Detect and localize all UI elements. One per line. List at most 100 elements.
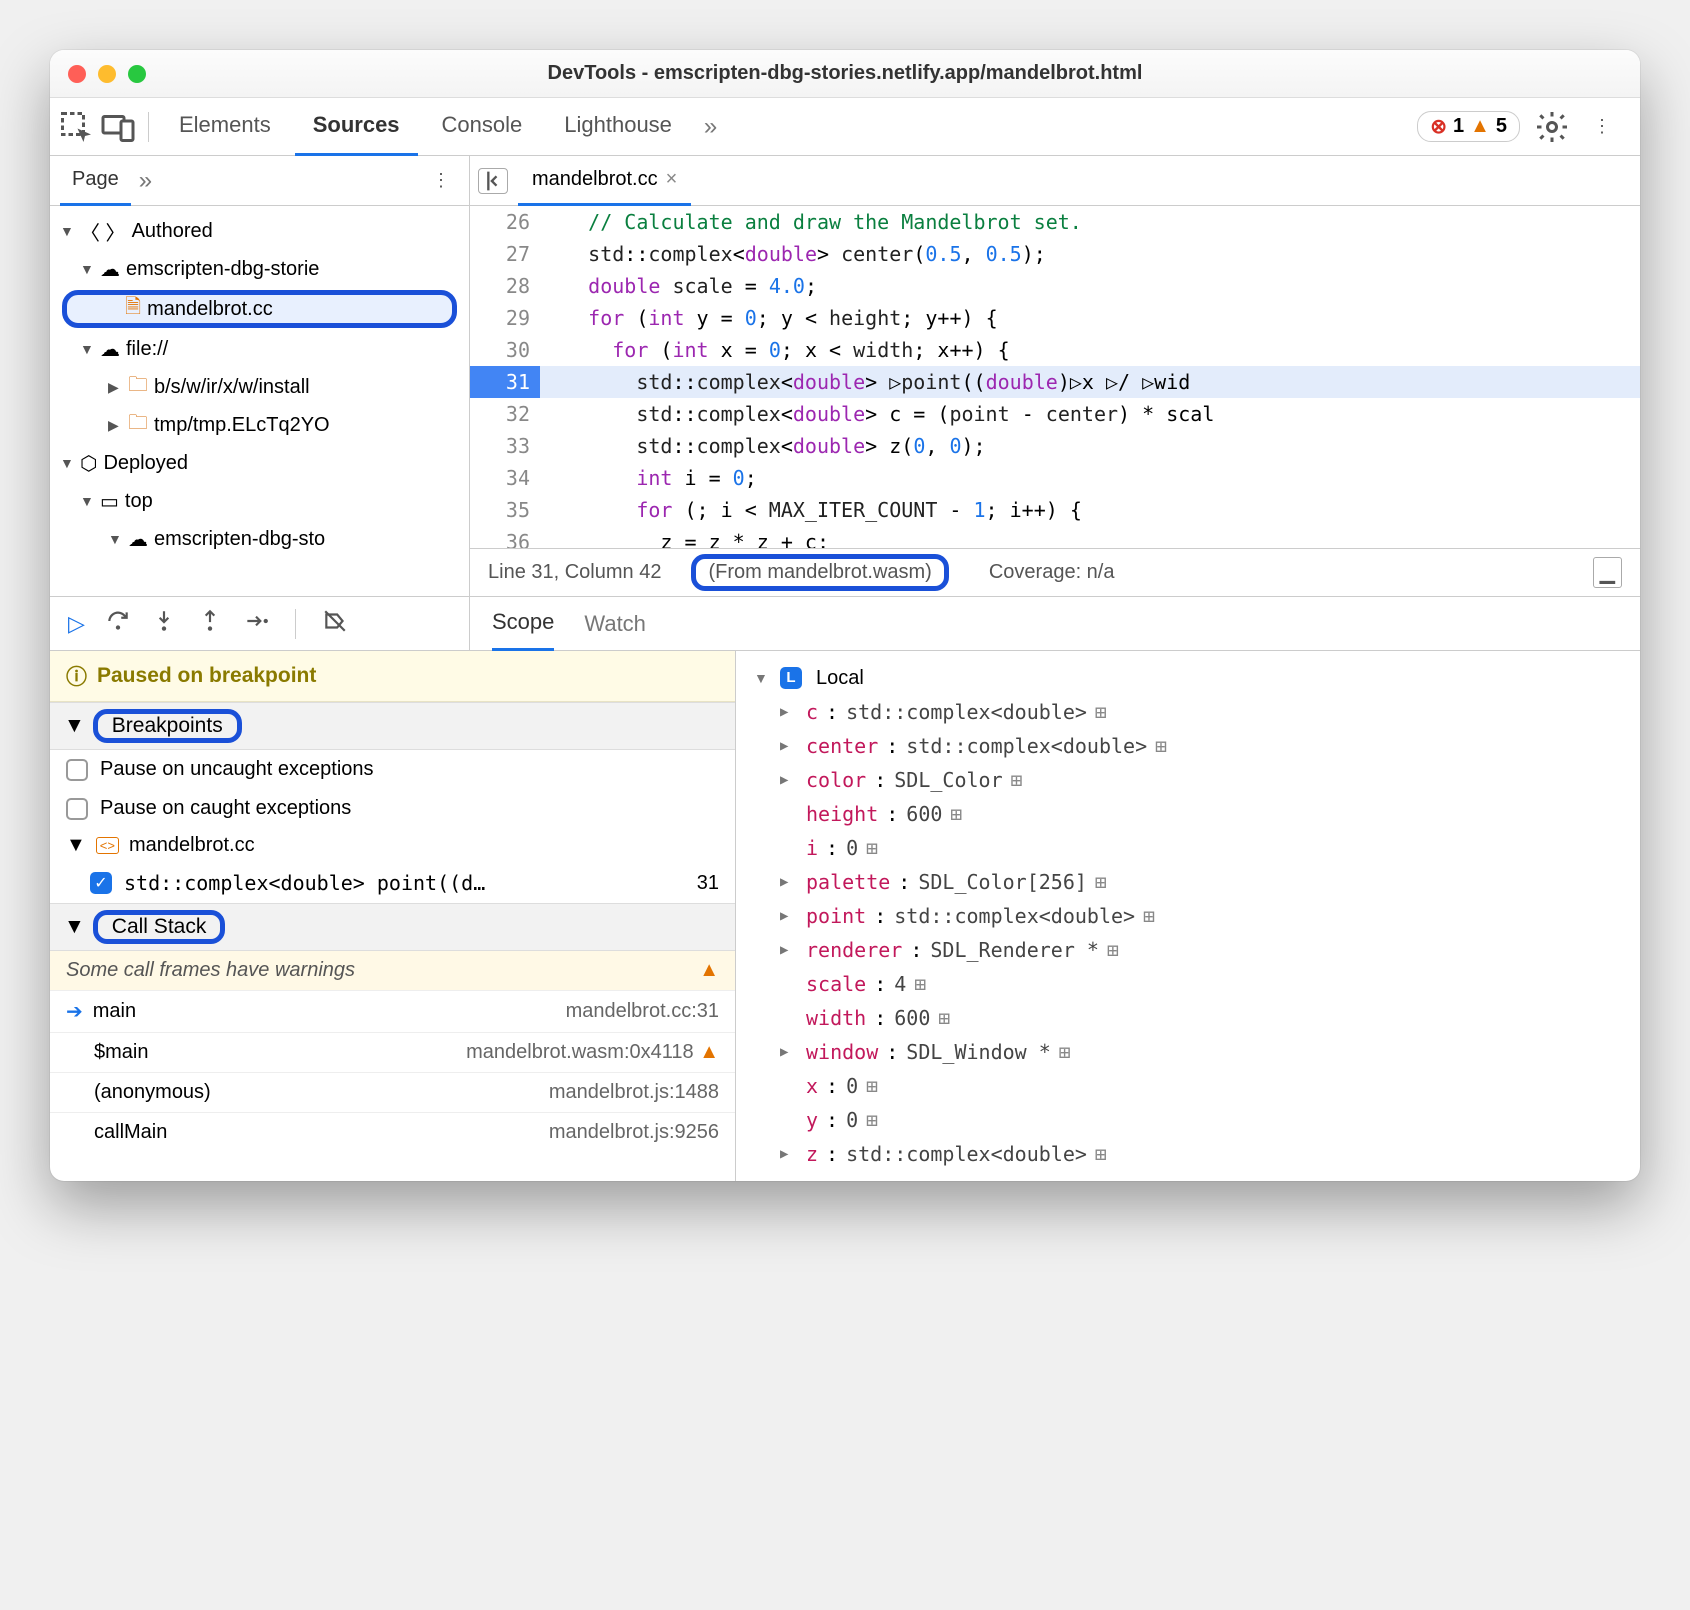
memory-icon[interactable]: ⊞: [1095, 865, 1107, 899]
navigator-menu-icon[interactable]: ⋮: [423, 163, 459, 199]
tab-sources[interactable]: Sources: [295, 98, 418, 156]
code-line[interactable]: 29 for (int y = 0; y < height; y++) {: [470, 302, 1640, 334]
tree-domain-2[interactable]: ▼☁emscripten-dbg-sto: [50, 520, 469, 558]
memory-icon[interactable]: ⊞: [866, 831, 878, 865]
tree-authored[interactable]: ▼〈 〉Authored: [50, 212, 469, 250]
scope-variable[interactable]: ▶palette: SDL_Color[256] ⊞: [780, 865, 1622, 899]
tree-top[interactable]: ▼▭top: [50, 482, 469, 520]
scope-variable[interactable]: ▶color: SDL_Color ⊞: [780, 763, 1622, 797]
bp-caught[interactable]: Pause on caught exceptions: [50, 789, 735, 828]
memory-icon[interactable]: ⊞: [1011, 763, 1023, 797]
device-toggle-icon[interactable]: [100, 109, 136, 145]
tree-folder-2[interactable]: ▶🗀tmp/tmp.ELcTq2YO: [50, 406, 469, 444]
memory-icon[interactable]: ⊞: [1059, 1035, 1071, 1069]
coverage-status: Coverage: n/a: [989, 561, 1115, 584]
bp-uncaught[interactable]: Pause on uncaught exceptions: [50, 750, 735, 789]
bp-line-number: 31: [697, 872, 719, 895]
minimize-window-button[interactable]: [98, 65, 116, 83]
breakpoints-header[interactable]: ▼ Breakpoints: [50, 702, 735, 750]
tab-console[interactable]: Console: [424, 98, 541, 156]
more-navigator-tabs-icon[interactable]: »: [131, 167, 160, 195]
memory-icon[interactable]: ⊞: [1155, 729, 1167, 763]
scope-variable[interactable]: ▶renderer: SDL_Renderer * ⊞: [780, 933, 1622, 967]
close-window-button[interactable]: [68, 65, 86, 83]
callstack-frame[interactable]: ➔mainmandelbrot.cc:31: [50, 990, 735, 1032]
code-editor[interactable]: 26 // Calculate and draw the Mandelbrot …: [470, 206, 1640, 548]
current-frame-icon: ➔: [66, 999, 83, 1024]
zoom-window-button[interactable]: [128, 65, 146, 83]
code-line[interactable]: 35 for (; i < MAX_ITER_COUNT - 1; i++) {: [470, 494, 1640, 526]
cloud-icon: ☁: [128, 527, 148, 552]
scope-variable[interactable]: width: 600 ⊞: [780, 1001, 1622, 1035]
toggle-navigator-icon[interactable]: [478, 168, 508, 194]
tree-file-proto[interactable]: ▼☁file://: [50, 330, 469, 368]
scope-variable[interactable]: scale: 4 ⊞: [780, 967, 1622, 1001]
step-icon[interactable]: [243, 608, 269, 639]
warning-count: 5: [1496, 115, 1507, 138]
memory-icon[interactable]: ⊞: [1095, 1137, 1107, 1171]
inspect-icon[interactable]: [58, 109, 94, 145]
memory-icon[interactable]: ⊞: [950, 797, 962, 831]
tab-lighthouse[interactable]: Lighthouse: [546, 98, 690, 156]
code-line[interactable]: 26 // Calculate and draw the Mandelbrot …: [470, 206, 1640, 238]
bp-file[interactable]: ▼<>mandelbrot.cc: [50, 828, 735, 863]
tab-watch[interactable]: Watch: [584, 597, 646, 651]
step-out-icon[interactable]: [197, 608, 223, 639]
issues-badge[interactable]: ⊗1 ▲5: [1417, 111, 1520, 142]
tab-elements[interactable]: Elements: [161, 98, 289, 156]
close-tab-icon[interactable]: ×: [666, 168, 678, 191]
step-over-icon[interactable]: [105, 608, 131, 639]
memory-icon[interactable]: ⊞: [866, 1103, 878, 1137]
source-from-badge[interactable]: (From mandelbrot.wasm): [691, 554, 948, 591]
cube-icon: ⬡: [80, 451, 97, 476]
scope-variable[interactable]: height: 600 ⊞: [780, 797, 1622, 831]
step-into-icon[interactable]: [151, 608, 177, 639]
memory-icon[interactable]: ⊞: [866, 1069, 878, 1103]
memory-icon[interactable]: ⊞: [1143, 899, 1155, 933]
debug-panes: ⓘ Paused on breakpoint ▼ Breakpoints Pau…: [50, 650, 1640, 1181]
callstack-header[interactable]: ▼ Call Stack: [50, 903, 735, 951]
scope-variable[interactable]: i: 0 ⊞: [780, 831, 1622, 865]
tree-domain[interactable]: ▼☁emscripten-dbg-storie: [50, 250, 469, 288]
code-line[interactable]: 30 for (int x = 0; x < width; x++) {: [470, 334, 1640, 366]
scope-variable[interactable]: ▶c: std::complex<double> ⊞: [780, 695, 1622, 729]
toggle-bottom-icon[interactable]: ▁: [1593, 557, 1622, 588]
code-line[interactable]: 27 std::complex<double> center(0.5, 0.5)…: [470, 238, 1640, 270]
separator: [148, 112, 149, 142]
scope-local-header[interactable]: ▼LLocal: [754, 661, 1622, 695]
scope-variable[interactable]: y: 0 ⊞: [780, 1103, 1622, 1137]
code-line[interactable]: 33 std::complex<double> z(0, 0);: [470, 430, 1640, 462]
scope-variable[interactable]: ▶center: std::complex<double> ⊞: [780, 729, 1622, 763]
file-tab-mandelbrot[interactable]: mandelbrot.cc ×: [518, 156, 691, 206]
callstack-frame[interactable]: (anonymous)mandelbrot.js:1488: [50, 1072, 735, 1112]
resume-icon[interactable]: ▷: [68, 611, 85, 637]
memory-icon[interactable]: ⊞: [1107, 933, 1119, 967]
navigator-tab-page[interactable]: Page: [60, 156, 131, 206]
scope-variable[interactable]: x: 0 ⊞: [780, 1069, 1622, 1103]
code-line[interactable]: 32 std::complex<double> c = (point - cen…: [470, 398, 1640, 430]
scope-variable[interactable]: ▶z: std::complex<double> ⊞: [780, 1137, 1622, 1171]
tree-deployed[interactable]: ▼⬡Deployed: [50, 444, 469, 482]
memory-icon[interactable]: ⊞: [938, 1001, 950, 1035]
memory-icon[interactable]: ⊞: [914, 967, 926, 1001]
tree-folder-1[interactable]: ▶🗀b/s/w/ir/x/w/install: [50, 368, 469, 406]
settings-icon[interactable]: [1534, 109, 1570, 145]
main-toolbar: Elements Sources Console Lighthouse » ⊗1…: [50, 98, 1640, 156]
code-line[interactable]: 31 std::complex<double> ▷point((double)▷…: [470, 366, 1640, 398]
debug-controls: ▷: [50, 597, 470, 650]
bp-entry[interactable]: ✓std::complex<double> point((d… 31: [50, 863, 735, 903]
scope-variable[interactable]: ▶window: SDL_Window * ⊞: [780, 1035, 1622, 1069]
memory-icon[interactable]: ⊞: [1095, 695, 1107, 729]
callstack-frame[interactable]: callMainmandelbrot.js:9256: [50, 1112, 735, 1152]
tab-scope[interactable]: Scope: [492, 597, 554, 651]
deactivate-breakpoints-icon[interactable]: [322, 608, 348, 639]
callstack-frame[interactable]: $mainmandelbrot.wasm:0x4118 ▲: [50, 1032, 735, 1072]
code-line[interactable]: 28 double scale = 4.0;: [470, 270, 1640, 302]
tree-file-mandelbrot[interactable]: 🗎mandelbrot.cc: [62, 290, 457, 328]
code-line[interactable]: 36 z = z * z + c;: [470, 526, 1640, 548]
more-tabs-icon[interactable]: »: [696, 113, 725, 141]
editor-pane: mandelbrot.cc × 26 // Calculate and draw…: [470, 156, 1640, 596]
more-menu-icon[interactable]: ⋮: [1584, 109, 1620, 145]
scope-variable[interactable]: ▶point: std::complex<double> ⊞: [780, 899, 1622, 933]
code-line[interactable]: 34 int i = 0;: [470, 462, 1640, 494]
